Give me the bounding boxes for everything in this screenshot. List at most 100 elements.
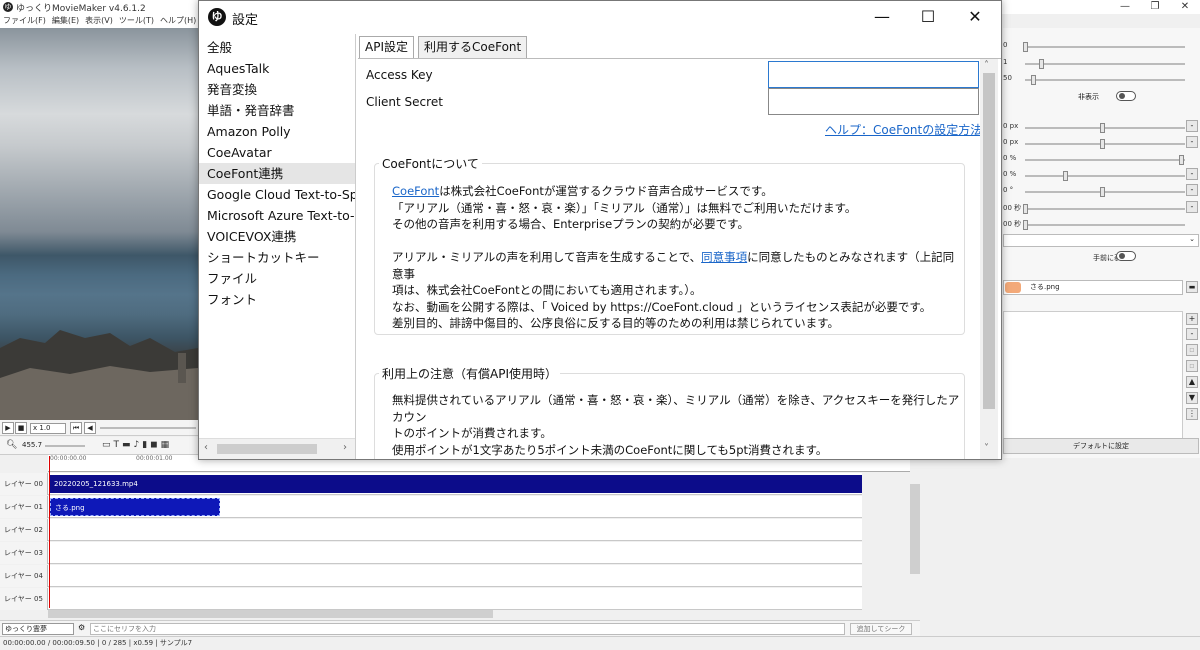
nav-item-font[interactable]: フォント <box>199 289 355 310</box>
menu-tools[interactable]: ツール(T) <box>119 16 154 25</box>
remove-effect-button[interactable]: - <box>1186 328 1198 340</box>
nav-item-dictionary[interactable]: 単語・発音辞書 <box>199 100 355 121</box>
default-button[interactable]: デフォルトに設定 <box>1003 438 1199 454</box>
front-toggle[interactable] <box>1116 251 1136 261</box>
scroll-down-icon[interactable]: ˅ <box>984 443 989 454</box>
dialog-close-button[interactable]: ✕ <box>952 1 998 34</box>
property-slider[interactable]: 0 % <box>1003 170 1198 182</box>
zoom-slider[interactable] <box>45 445 85 447</box>
decrement-button[interactable]: - <box>1186 136 1198 148</box>
blend-select[interactable]: ⌄ <box>1003 234 1199 247</box>
scroll-right-icon[interactable]: › <box>343 442 347 453</box>
tab-api-settings[interactable]: API設定 <box>359 36 414 59</box>
current-time: 00:00:00.00 <box>3 639 46 647</box>
hidden-toggle[interactable] <box>1116 91 1136 101</box>
playhead[interactable] <box>49 456 50 608</box>
help-link[interactable]: ヘルプ：CoeFontの設定方法 <box>825 121 982 138</box>
client-secret-input[interactable] <box>768 88 979 115</box>
tab-coefont-select[interactable]: 利用するCoeFont <box>418 36 528 58</box>
video-preview[interactable] <box>0 28 198 420</box>
property-slider[interactable]: 0 <box>1003 41 1198 53</box>
timeline-tool-icons[interactable]: ▭T▬♪▮◼▦ <box>102 440 172 450</box>
timeline-layer[interactable]: レイヤー 03 <box>0 542 862 564</box>
agreement-link[interactable]: 同意事項 <box>701 250 747 264</box>
nav-item-amazon-polly[interactable]: Amazon Polly <box>199 121 355 142</box>
file-select[interactable]: さる.png <box>1003 280 1183 295</box>
copy-effect-icon[interactable]: ▫ <box>1186 344 1198 356</box>
effects-list[interactable] <box>1003 311 1183 451</box>
video-clip[interactable]: 20220205_121633.mp4 <box>50 475 862 493</box>
add-and-seek-button[interactable]: 追加してシーク <box>850 623 912 635</box>
folder-icon[interactable]: ▬ <box>1186 281 1198 293</box>
app-maximize-button[interactable]: ❐ <box>1140 0 1170 14</box>
rewind-icon[interactable]: ◀ <box>84 422 96 434</box>
timeline-layer[interactable]: レイヤー 05 <box>0 588 862 610</box>
more-icon[interactable]: ⋮ <box>1186 408 1198 420</box>
property-slider[interactable]: 0 ° <box>1003 186 1198 198</box>
app-minimize-button[interactable]: — <box>1110 0 1140 14</box>
timeline-vertical-scrollbar[interactable] <box>910 484 920 574</box>
nav-item-shortcuts[interactable]: ショートカットキー <box>199 247 355 268</box>
menu-view[interactable]: 表示(V) <box>85 16 113 25</box>
character-settings-icon[interactable]: ⚙ <box>78 623 85 632</box>
menu-edit[interactable]: 編集(E) <box>52 16 79 25</box>
image-clip[interactable]: さる.png <box>50 498 220 516</box>
nav-horizontal-scrollbar[interactable]: ‹ › <box>199 438 355 459</box>
decrement-button[interactable]: - <box>1186 168 1198 180</box>
property-slider[interactable]: 00 秒 <box>1003 219 1198 231</box>
nav-item-google-tts[interactable]: Google Cloud Text-to-Spee <box>199 184 355 205</box>
app-close-button[interactable]: ✕ <box>1170 0 1200 14</box>
play-icon[interactable]: ▶ <box>2 422 14 434</box>
scroll-up-icon[interactable]: ˄ <box>984 60 989 71</box>
timeline-layer[interactable]: レイヤー 00 20220205_121633.mp4 <box>0 473 862 495</box>
move-up-icon[interactable]: ▲ <box>1186 376 1198 388</box>
nav-item-coefont[interactable]: CoeFont連携 <box>199 163 355 184</box>
decrement-button[interactable]: - <box>1186 201 1198 213</box>
menu-file[interactable]: ファイル(F) <box>3 16 46 25</box>
timeline-horizontal-scrollbar[interactable] <box>48 610 493 618</box>
speed-select[interactable]: x 1.0 <box>30 423 66 434</box>
timeline-layer[interactable]: レイヤー 04 <box>0 565 862 587</box>
add-effect-button[interactable]: + <box>1186 313 1198 325</box>
nav-item-pronunciation[interactable]: 発音変換 <box>199 79 355 100</box>
property-slider[interactable]: 0 px <box>1003 138 1198 150</box>
timeline-layer[interactable]: レイヤー 01 さる.png <box>0 496 862 518</box>
property-slider[interactable]: 1 <box>1003 58 1198 70</box>
layer-label: レイヤー 05 <box>0 588 48 610</box>
property-slider[interactable]: 0 % <box>1003 154 1198 166</box>
coefont-link[interactable]: CoeFont <box>392 184 439 198</box>
content-vertical-scrollbar[interactable]: ˄ ˅ <box>980 59 998 459</box>
sample-name: サンプル7 <box>159 639 193 647</box>
property-slider[interactable]: 00 秒 <box>1003 203 1198 215</box>
character-select[interactable]: ゆっくり霊夢 <box>2 623 74 635</box>
access-key-input[interactable] <box>768 61 979 88</box>
file-name: さる.png <box>1030 283 1060 291</box>
nav-item-coeavatar[interactable]: CoeAvatar <box>199 142 355 163</box>
scroll-left-icon[interactable]: ‹ <box>204 442 208 453</box>
nav-item-general[interactable]: 全般 <box>199 37 355 58</box>
nav-item-aquestalk[interactable]: AquesTalk <box>199 58 355 79</box>
nav-item-azure-tts[interactable]: Microsoft Azure Text-to-Sp <box>199 205 355 226</box>
menu-help[interactable]: ヘルプ(H) <box>160 16 196 25</box>
nav-item-file[interactable]: ファイル <box>199 268 355 289</box>
decrement-button[interactable]: - <box>1186 184 1198 196</box>
property-slider[interactable]: 0 px <box>1003 122 1198 134</box>
skip-back-icon[interactable]: ⏮ <box>70 422 82 434</box>
content-scroll-thumb[interactable] <box>983 73 995 409</box>
stop-icon[interactable]: ■ <box>15 422 27 434</box>
paste-effect-icon[interactable]: ▫ <box>1186 360 1198 372</box>
dialog-maximize-button[interactable]: ☐ <box>905 1 951 34</box>
property-panel: 0 1 50 非表示 0 px 0 px 0 % 0 % 0 ° 00 秒 00… <box>1003 28 1200 458</box>
dialog-minimize-button[interactable]: — <box>859 1 905 34</box>
decrement-button[interactable]: - <box>1186 120 1198 132</box>
layer-label: レイヤー 02 <box>0 519 48 541</box>
timeline-layer[interactable]: レイヤー 02 <box>0 519 862 541</box>
layer-label: レイヤー 04 <box>0 565 48 587</box>
nav-scroll-thumb[interactable] <box>217 444 317 454</box>
move-down-icon[interactable]: ▼ <box>1186 392 1198 404</box>
nav-item-voicevox[interactable]: VOICEVOX連携 <box>199 226 355 247</box>
property-slider[interactable]: 50 <box>1003 74 1198 86</box>
about-group-title: CoeFontについて <box>379 155 482 172</box>
dialogue-input[interactable] <box>90 623 845 635</box>
seek-bar[interactable] <box>100 427 196 429</box>
